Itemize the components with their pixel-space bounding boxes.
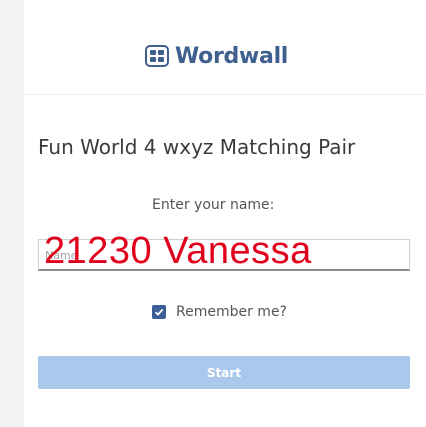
name-input-value[interactable]: 21230 Vanessa [44, 230, 312, 273]
wordwall-logo-icon [145, 45, 169, 67]
checkmark-icon [154, 308, 164, 316]
wordwall-logo: Wordwall [145, 42, 288, 70]
header-divider [24, 94, 426, 95]
remember-me-checkbox[interactable] [152, 305, 166, 319]
name-prompt: Enter your name: [152, 197, 275, 213]
remember-me[interactable]: Remember me? [152, 304, 287, 320]
brand-name: Wordwall [175, 43, 289, 69]
start-button[interactable]: Start [38, 356, 410, 389]
name-input[interactable]: Name 21230 Vanessa [38, 230, 410, 272]
remember-me-label: Remember me? [176, 304, 287, 320]
activity-title: Fun World 4 wxyz Matching Pair [38, 135, 356, 159]
login-card: Wordwall Fun World 4 wxyz Matching Pair … [24, 0, 426, 427]
